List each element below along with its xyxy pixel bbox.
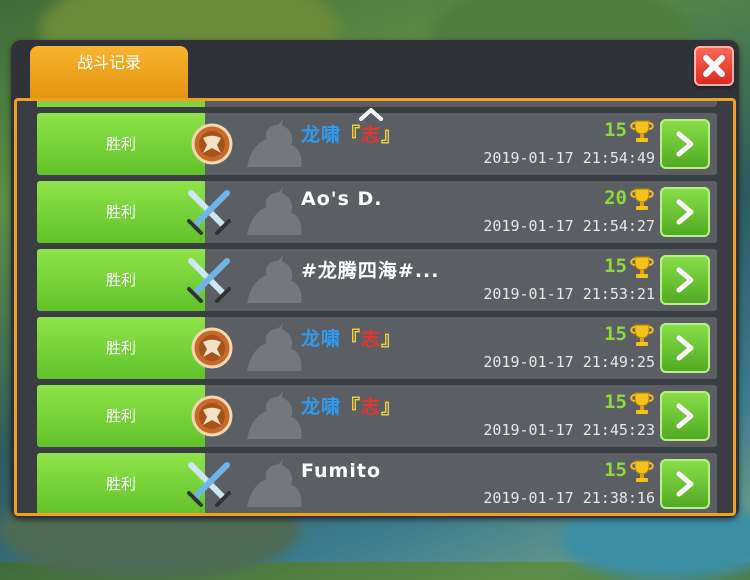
trophy-icon bbox=[630, 120, 654, 142]
opponent-silhouette-icon bbox=[247, 391, 302, 439]
trophy-count: 15 bbox=[604, 459, 627, 481]
name-tag: 志 bbox=[361, 328, 382, 350]
name-tag: 志 bbox=[361, 396, 382, 418]
trophy-icon bbox=[630, 392, 654, 414]
crossed-swords-icon bbox=[183, 255, 231, 303]
result-label: 胜利 bbox=[37, 181, 205, 243]
name-tag: 志 bbox=[361, 124, 382, 146]
crossed-swords-icon bbox=[183, 459, 231, 507]
clan-name: 龙啸 bbox=[301, 124, 342, 146]
chevron-right-icon bbox=[676, 335, 694, 361]
result-label: 胜利 bbox=[37, 113, 205, 175]
view-replay-button[interactable] bbox=[660, 119, 710, 169]
chevron-right-icon bbox=[676, 131, 694, 157]
opponent-silhouette-icon bbox=[247, 323, 302, 371]
shield-icon bbox=[191, 123, 233, 165]
battle-time: 2019-01-17 21:49:25 bbox=[483, 353, 655, 371]
clan-name: 龙啸 bbox=[301, 328, 342, 350]
name-bracket: 』 bbox=[381, 328, 402, 350]
battle-row: 胜利 龙啸『志』 15 2019-01-17 21:54:49 bbox=[37, 113, 717, 175]
battle-time: 2019-01-17 21:53:21 bbox=[483, 285, 655, 303]
opponent-name: #龙腾四海#... bbox=[301, 260, 440, 282]
name-bracket: 』 bbox=[381, 124, 402, 146]
opponent-name: 龙啸『志』 bbox=[301, 324, 401, 351]
chevron-right-icon bbox=[676, 267, 694, 293]
name-bracket: 『 bbox=[341, 396, 362, 418]
battle-time: 2019-01-17 21:54:49 bbox=[483, 149, 655, 167]
view-replay-button[interactable] bbox=[660, 391, 710, 441]
trophy-count: 15 bbox=[604, 119, 627, 141]
opponent-name: 龙啸『志』 bbox=[301, 120, 401, 147]
view-replay-button[interactable] bbox=[660, 255, 710, 305]
battle-row: 胜利 龙啸『志』 15 2019-01-17 21:45:23 bbox=[37, 385, 717, 447]
opponent-silhouette-icon bbox=[247, 119, 302, 167]
trophy-icon bbox=[630, 324, 654, 346]
trophy-icon bbox=[630, 460, 654, 482]
battle-row: 胜利 龙啸『志』 15 2019-01-17 21:49:25 bbox=[37, 317, 717, 379]
battle-list[interactable]: 胜利 龙啸『志』 15 2019-01-17 21:54:49 胜利 Ao's … bbox=[14, 98, 736, 516]
name-bracket: 『 bbox=[341, 124, 362, 146]
crossed-swords-icon bbox=[183, 187, 231, 235]
trophy-icon bbox=[630, 188, 654, 210]
result-label: 胜利 bbox=[37, 385, 205, 447]
view-replay-button[interactable] bbox=[660, 459, 710, 509]
trophy-count: 20 bbox=[604, 187, 627, 209]
trophy-count: 15 bbox=[604, 391, 627, 413]
shield-icon bbox=[191, 327, 233, 369]
result-label: 胜利 bbox=[37, 453, 205, 513]
battle-time: 2019-01-17 21:54:27 bbox=[483, 217, 655, 235]
battle-row: 胜利 Ao's D. 20 2019-01-17 21:54:27 bbox=[37, 181, 717, 243]
trophy-count: 15 bbox=[604, 255, 627, 277]
chevron-up-icon[interactable] bbox=[358, 106, 384, 122]
battle-row: 胜利 Fumito 15 2019-01-17 21:38:16 bbox=[37, 453, 717, 513]
name-bracket: 『 bbox=[341, 328, 362, 350]
result-label: 胜利 bbox=[37, 317, 205, 379]
opponent-name: Fumito bbox=[301, 460, 382, 482]
battle-time: 2019-01-17 21:38:16 bbox=[483, 489, 655, 507]
battle-time: 2019-01-17 21:45:23 bbox=[483, 421, 655, 439]
opponent-name: Ao's D. bbox=[301, 188, 383, 210]
opponent-silhouette-icon bbox=[247, 255, 302, 303]
trophy-icon bbox=[630, 256, 654, 278]
list-item-partial-result bbox=[37, 101, 205, 107]
result-label: 胜利 bbox=[37, 249, 205, 311]
trophy-count: 15 bbox=[604, 323, 627, 345]
opponent-silhouette-icon bbox=[247, 187, 302, 235]
close-button[interactable] bbox=[694, 46, 734, 86]
opponent-name: 龙啸『志』 bbox=[301, 392, 401, 419]
shield-icon bbox=[191, 395, 233, 437]
chevron-right-icon bbox=[676, 199, 694, 225]
opponent-silhouette-icon bbox=[247, 459, 302, 507]
name-bracket: 』 bbox=[381, 396, 402, 418]
chevron-right-icon bbox=[676, 471, 694, 497]
clan-name: 龙啸 bbox=[301, 396, 342, 418]
tab-battle-log[interactable]: 战斗记录 bbox=[30, 46, 188, 98]
close-icon bbox=[703, 55, 725, 77]
battle-row: 胜利 #龙腾四海#... 15 2019-01-17 21:53:21 bbox=[37, 249, 717, 311]
chevron-right-icon bbox=[676, 403, 694, 429]
view-replay-button[interactable] bbox=[660, 187, 710, 237]
view-replay-button[interactable] bbox=[660, 323, 710, 373]
